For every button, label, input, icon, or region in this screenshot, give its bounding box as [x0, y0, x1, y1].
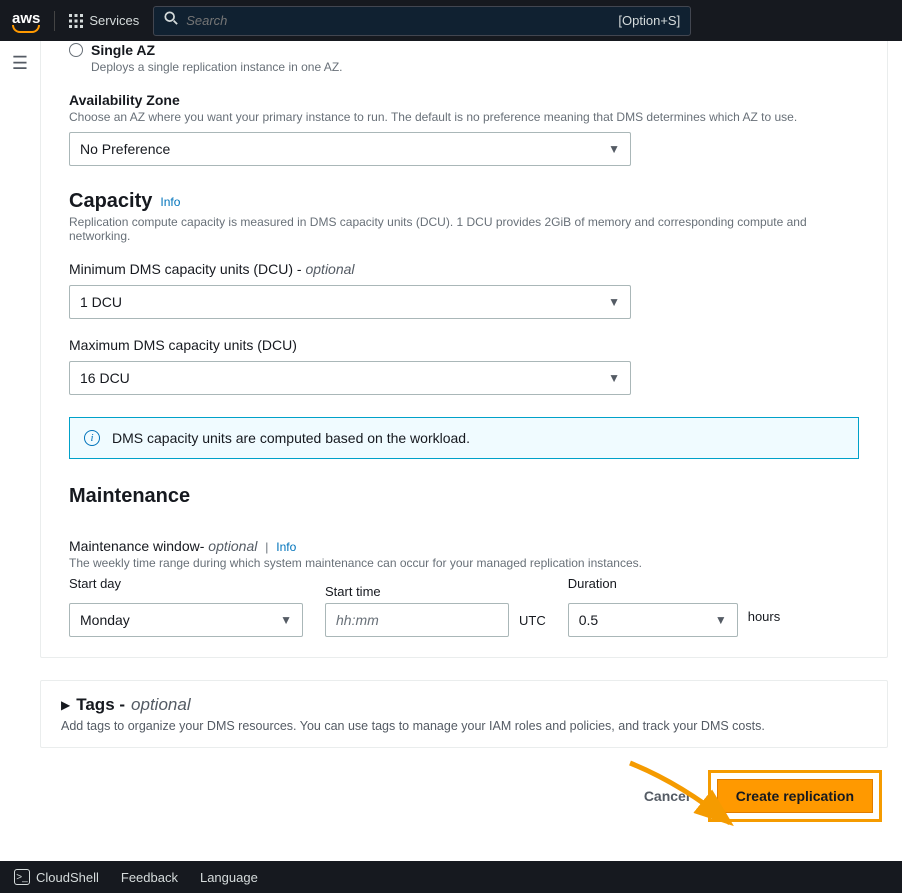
start-day-value: Monday: [80, 612, 130, 628]
sidebar-toggle[interactable]: ☰: [6, 49, 34, 77]
radio-icon: [69, 43, 83, 57]
tags-toggle[interactable]: ▶ Tags - optional: [61, 695, 867, 715]
capacity-info-link[interactable]: Info: [160, 195, 180, 209]
capacity-title: Capacity: [69, 190, 152, 213]
chevron-down-icon: ▼: [608, 371, 620, 385]
duration-label: Duration: [568, 576, 781, 591]
availability-zone-select[interactable]: No Preference ▼: [69, 132, 631, 166]
maintenance-heading: Maintenance: [69, 485, 859, 508]
search-input[interactable]: [186, 13, 610, 28]
services-menu[interactable]: Services: [69, 13, 139, 28]
single-az-label: Single AZ: [91, 42, 155, 58]
availability-zone-label: Availability Zone: [69, 92, 859, 108]
min-dcu-label: Minimum DMS capacity units (DCU) - optio…: [69, 261, 859, 277]
separator: |: [265, 540, 268, 554]
form-actions: Cancel Create replication: [40, 770, 882, 822]
divider: [54, 11, 55, 31]
chevron-down-icon: ▼: [280, 613, 292, 627]
footer-bar: >_ CloudShell Feedback Language: [0, 861, 902, 893]
single-az-radio[interactable]: Single AZ: [69, 42, 859, 58]
aws-logo: aws: [12, 10, 40, 31]
info-icon: i: [84, 430, 100, 446]
min-dcu-select[interactable]: 1 DCU ▼: [69, 285, 631, 319]
main-content: Single AZ Deploys a single replication i…: [40, 41, 888, 861]
replication-settings-panel: Single AZ Deploys a single replication i…: [40, 41, 888, 658]
global-search[interactable]: [Option+S]: [153, 6, 691, 36]
caret-right-icon: ▶: [61, 698, 70, 712]
hours-label: hours: [748, 609, 781, 624]
start-time-input[interactable]: hh:mm: [325, 603, 509, 637]
max-dcu-label: Maximum DMS capacity units (DCU): [69, 337, 859, 353]
maintenance-info-link[interactable]: Info: [276, 540, 296, 554]
cloudshell-button[interactable]: >_ CloudShell: [14, 869, 99, 885]
maintenance-window-label: Maintenance window- optional | Info: [69, 538, 859, 554]
start-day-label: Start day: [69, 576, 303, 591]
capacity-heading: Capacity Info: [69, 190, 859, 213]
availability-zone-value: No Preference: [80, 141, 170, 157]
single-az-desc: Deploys a single replication instance in…: [91, 60, 859, 74]
maintenance-row: Start day Monday ▼ Start time hh:mm UTC …: [69, 576, 859, 637]
duration-value: 0.5: [579, 612, 598, 628]
capacity-desc: Replication compute capacity is measured…: [69, 215, 859, 243]
availability-zone-desc: Choose an AZ where you want your primary…: [69, 110, 859, 124]
language-link[interactable]: Language: [200, 870, 258, 885]
dcu-info-text: DMS capacity units are computed based on…: [112, 430, 470, 446]
tags-desc: Add tags to organize your DMS resources.…: [61, 719, 867, 733]
maintenance-window-desc: The weekly time range during which syste…: [69, 556, 859, 570]
cloudshell-icon: >_: [14, 869, 30, 885]
create-highlight: Create replication: [708, 770, 882, 822]
tags-optional: optional: [131, 695, 191, 715]
services-label: Services: [89, 13, 139, 28]
search-icon: [164, 11, 178, 30]
tags-title: Tags -: [76, 695, 125, 715]
cloudshell-label: CloudShell: [36, 870, 99, 885]
chevron-down-icon: ▼: [608, 295, 620, 309]
max-dcu-value: 16 DCU: [80, 370, 130, 386]
max-dcu-select[interactable]: 16 DCU ▼: [69, 361, 631, 395]
start-time-label: Start time: [325, 584, 546, 599]
feedback-link[interactable]: Feedback: [121, 870, 178, 885]
top-navigation: aws Services [Option+S]: [0, 0, 902, 41]
grid-icon: [69, 14, 83, 28]
utc-label: UTC: [519, 613, 546, 628]
min-dcu-value: 1 DCU: [80, 294, 122, 310]
start-day-select[interactable]: Monday ▼: [69, 603, 303, 637]
tags-panel: ▶ Tags - optional Add tags to organize y…: [40, 680, 888, 748]
chevron-down-icon: ▼: [608, 142, 620, 156]
duration-select[interactable]: 0.5 ▼: [568, 603, 738, 637]
search-shortcut: [Option+S]: [618, 13, 680, 28]
cancel-button[interactable]: Cancel: [644, 788, 690, 804]
create-replication-button[interactable]: Create replication: [717, 779, 873, 813]
chevron-down-icon: ▼: [715, 613, 727, 627]
dcu-info-box: i DMS capacity units are computed based …: [69, 417, 859, 459]
